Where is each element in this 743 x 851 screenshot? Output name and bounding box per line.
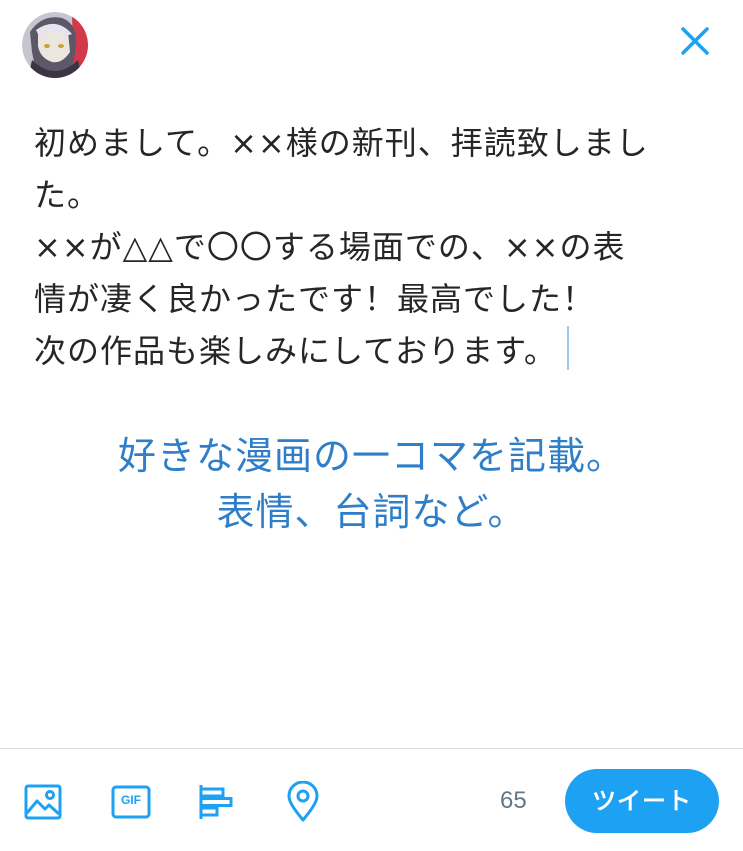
gif-label: GIF [121,793,141,807]
image-icon [24,784,62,820]
tweet-text-line: 情が凄く良かったです！最高でした！ [34,280,596,318]
tweet-button[interactable]: ツイート [565,769,719,833]
add-image-button[interactable] [22,781,64,823]
avatar[interactable] [22,12,88,78]
poll-icon [199,785,233,819]
tweet-text-line: 初めまして。××様の新刊、拝読致しまし [34,124,649,162]
location-icon [287,781,319,822]
tweet-text-line: 次の作品も楽しみにしております。 [34,332,557,370]
add-gif-button[interactable]: GIF [110,781,152,823]
add-location-button[interactable] [282,781,324,823]
annotation-line: 好きな漫画の一コマを記載。 [117,434,625,478]
tweet-text-line-last: 次の作品も楽しみにしております。 [34,325,724,377]
annotation: 好きな漫画の一コマを記載。 表情、台詞など。 [0,428,743,540]
close-icon [681,27,709,55]
tweet-text-line: た。 [34,176,101,214]
annotation-line: 表情、台詞など。 [216,490,527,534]
tweet-text-line: ××が△△で〇〇する場面での、××の表 [34,228,626,266]
compose-toolbar: GIF 65 ツイート [0,748,743,851]
add-poll-button[interactable] [196,781,238,823]
close-button[interactable] [670,16,720,66]
character-counter: 65 [500,787,527,814]
tweet-text-area[interactable]: 初めまして。××様の新刊、拝読致しまし た。 ××が△△で〇〇する場面での、××… [34,117,724,377]
text-cursor [566,326,569,370]
